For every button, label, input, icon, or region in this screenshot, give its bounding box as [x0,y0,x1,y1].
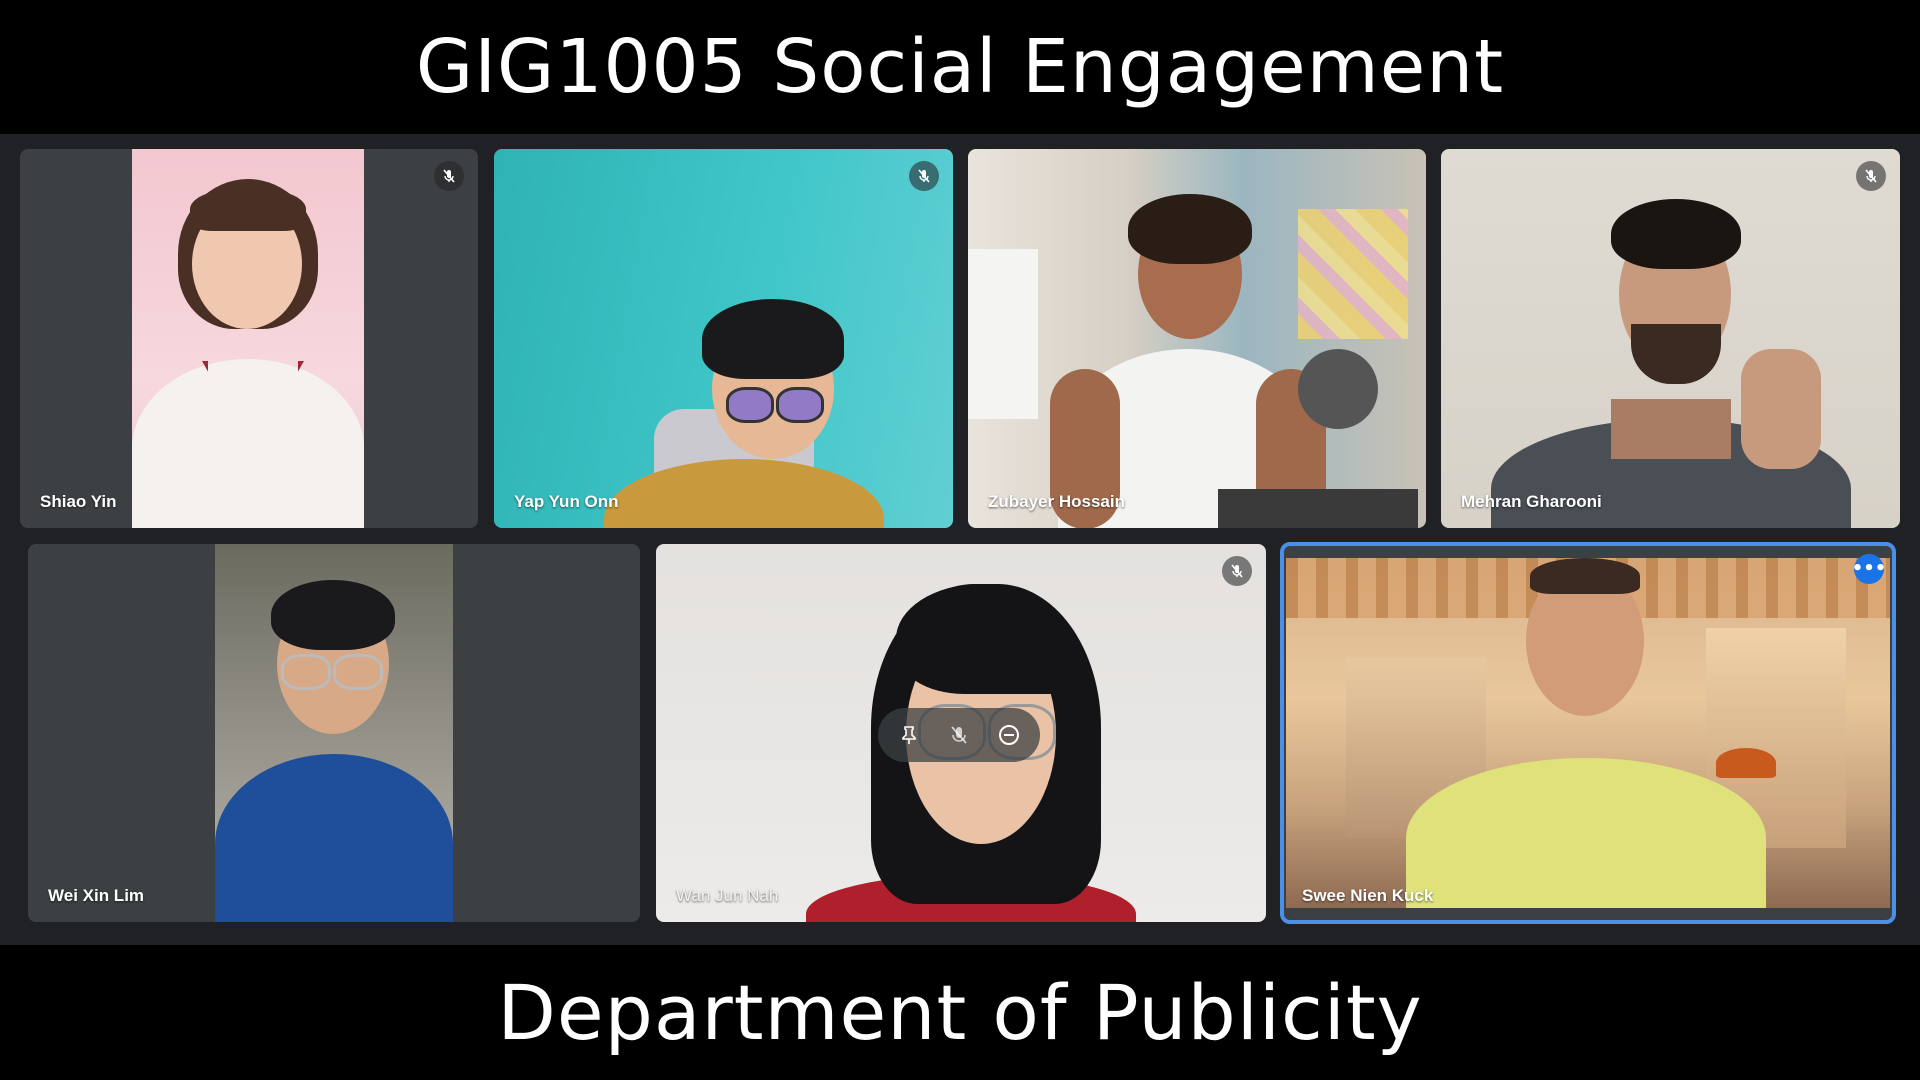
mic-off-icon[interactable] [939,715,979,755]
participant-name: Wei Xin Lim [48,886,145,905]
participant-tile-swee-nien-kuck[interactable]: ••• Swee Nien Kuck [1280,542,1896,924]
department-label: Department of Publicity [497,968,1423,1057]
participant-name: Shiao Yin [40,492,117,511]
video-feed [1441,149,1900,528]
mic-off-icon [1856,161,1886,191]
mic-off-icon [909,161,939,191]
meeting-title: GIG1005 Social Engagement [415,24,1505,110]
participant-tile-mehran-gharooni[interactable]: Mehran Gharooni [1441,149,1900,528]
participant-name: Yap Yun Onn [514,492,619,511]
remove-icon[interactable] [989,715,1029,755]
more-options-icon[interactable]: ••• [1852,554,1886,584]
participant-tile-shiao-yin[interactable]: Shiao Yin [20,149,478,528]
screen: GIG1005 Social Engagement Shiao Yin Yap … [0,0,1920,1080]
video-feed [494,149,953,528]
pin-icon[interactable] [889,715,929,755]
video-feed [1286,558,1890,908]
title-banner: GIG1005 Social Engagement [0,0,1920,134]
subtitle-banner: Department of Publicity [0,945,1920,1080]
video-feed [215,544,453,922]
tile-hover-controls [878,708,1040,762]
participant-tile-zubayer-hossain[interactable]: Zubayer Hossain [968,149,1426,528]
video-feed [132,149,364,528]
participant-name: Swee Nien Kuck [1302,886,1434,905]
participant-tile-wan-jun-nah[interactable]: Wan Jun Nah [656,544,1266,922]
participant-name: Wan Jun Nah [676,886,779,905]
video-feed [968,149,1426,528]
participant-tile-yap-yun-onn[interactable]: Yap Yun Onn [494,149,953,528]
video-grid: Shiao Yin Yap Yun Onn Zubayer Hossain Me… [0,134,1920,945]
mic-off-icon [434,161,464,191]
participant-name: Mehran Gharooni [1461,492,1602,511]
participant-tile-wei-xin-lim[interactable]: Wei Xin Lim [28,544,640,922]
mic-off-icon [1222,556,1252,586]
participant-name: Zubayer Hossain [988,492,1125,511]
